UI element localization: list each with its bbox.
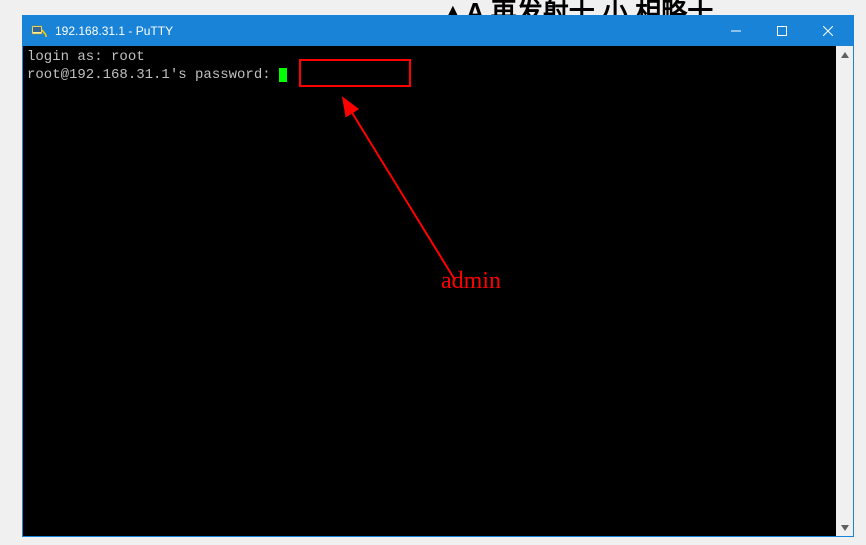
putty-icon — [31, 23, 47, 39]
terminal-area: login as: root root@192.168.31.1's passw… — [23, 46, 853, 536]
close-button[interactable] — [805, 16, 851, 46]
password-prompt: root@192.168.31.1's password: — [27, 67, 279, 83]
login-prompt: login as: — [27, 49, 111, 65]
login-line: login as: root — [27, 48, 832, 66]
scroll-up-arrow[interactable] — [836, 46, 853, 63]
password-line: root@192.168.31.1's password: — [27, 66, 832, 84]
terminal-cursor — [279, 68, 287, 82]
terminal[interactable]: login as: root root@192.168.31.1's passw… — [23, 46, 836, 536]
annotation-label: admin — [441, 272, 501, 290]
putty-window: 192.168.31.1 - PuTTY login as: root root… — [22, 15, 854, 537]
maximize-button[interactable] — [759, 16, 805, 46]
titlebar[interactable]: 192.168.31.1 - PuTTY — [23, 16, 853, 46]
scroll-down-arrow[interactable] — [836, 519, 853, 536]
login-value: root — [111, 49, 145, 65]
window-title: 192.168.31.1 - PuTTY — [55, 24, 713, 38]
vertical-scrollbar[interactable] — [836, 46, 853, 536]
window-controls — [713, 16, 851, 46]
scroll-track[interactable] — [836, 63, 853, 519]
annotation-arrow — [335, 90, 475, 290]
minimize-button[interactable] — [713, 16, 759, 46]
